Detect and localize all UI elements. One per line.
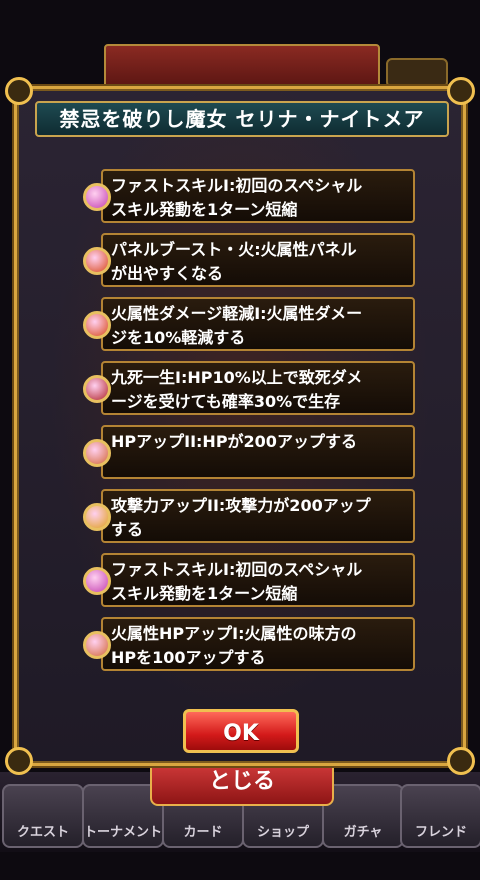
skill-card: ファストスキルI:初回のスペシャル スキル発動を1ターン短縮 [101,553,415,607]
skill-line-2: HPを100アップする [111,648,266,667]
skill-card: 火属性ダメージ軽減I:火属性ダメー ジを10%軽減する [101,297,415,351]
skill-line-1: パネルブースト・火:火属性パネル [111,240,357,259]
skill-line-1: HPアップII:HPが200アップする [111,432,357,451]
skill-line-1: 火属性ダメージ軽減I:火属性ダメー [111,304,363,323]
skill-card: HPアップII:HPが200アップする [101,425,415,479]
fire-hp-icon [83,631,111,659]
background-tag [386,58,448,88]
skill-card: 九死一生I:HP10%以上で致死ダメ ージを受けても確率30%で生存 [101,361,415,415]
ok-button[interactable]: OK [183,709,299,753]
skill-row: パネルブースト・火:火属性パネル が出やすくなる [83,233,423,287]
close-button[interactable]: とじる [150,760,334,806]
background-banner [104,44,380,90]
skill-line-2: ジを10%軽減する [111,328,246,347]
skill-card: ファストスキルI:初回のスペシャル スキル発動を1ターン短縮 [101,169,415,223]
skill-list: ファストスキルI:初回のスペシャル スキル発動を1ターン短縮 パネルブースト・火:火… [83,169,423,681]
fast-skill-icon [83,567,111,595]
corner-ornament-icon [447,747,475,775]
skill-row: ファストスキルI:初回のスペシャル スキル発動を1ターン短縮 [83,553,423,607]
survive-icon [83,375,111,403]
tab-gacha[interactable]: ガチャ [322,784,404,848]
skill-line-2: スキル発動を1ターン短縮 [111,584,298,603]
skill-card: パネルブースト・火:火属性パネル が出やすくなる [101,233,415,287]
skill-row: HPアップII:HPが200アップする [83,425,423,479]
skill-row: 九死一生I:HP10%以上で致死ダメ ージを受けても確率30%で生存 [83,361,423,415]
skill-line-2: する [111,520,144,539]
skill-card: 攻撃力アップII:攻撃力が200アップ する [101,489,415,543]
skill-card: 火属性HPアップI:火属性の味方の HPを100アップする [101,617,415,671]
skill-line-1: 攻撃力アップII:攻撃力が200アップ [111,496,371,515]
skill-line-1: 九死一生I:HP10%以上で致死ダメ [111,368,363,387]
skill-line-1: ファストスキルI:初回のスペシャル [111,560,363,579]
modal-title: 禁忌を破りし魔女 セリナ・ナイトメア [35,101,449,137]
skill-line-2: ージを受けても確率30%で生存 [111,392,341,411]
skill-row: 火属性ダメージ軽減I:火属性ダメー ジを10%軽減する [83,297,423,351]
fire-panel-icon [83,247,111,275]
skill-line-1: 火属性HPアップI:火属性の味方の [111,624,357,643]
skill-row: ファストスキルI:初回のスペシャル スキル発動を1ターン短縮 [83,169,423,223]
attack-up-icon [83,503,111,531]
tab-quest[interactable]: クエスト [2,784,84,848]
hp-up-icon [83,439,111,467]
skill-row: 火属性HPアップI:火属性の味方の HPを100アップする [83,617,423,671]
corner-ornament-icon [447,77,475,105]
tab-friend[interactable]: フレンド [400,784,480,848]
skill-row: 攻撃力アップII:攻撃力が200アップ する [83,489,423,543]
corner-ornament-icon [5,77,33,105]
skill-line-2: スキル発動を1ターン短縮 [111,200,298,219]
skill-line-2: が出やすくなる [111,264,224,283]
corner-ornament-icon [5,747,33,775]
fast-skill-icon [83,183,111,211]
fire-guard-icon [83,311,111,339]
skill-line-1: ファストスキルI:初回のスペシャル [111,176,363,195]
skill-detail-modal: 禁忌を破りし魔女 セリナ・ナイトメア ファストスキルI:初回のスペシャル スキル発… [5,77,475,775]
